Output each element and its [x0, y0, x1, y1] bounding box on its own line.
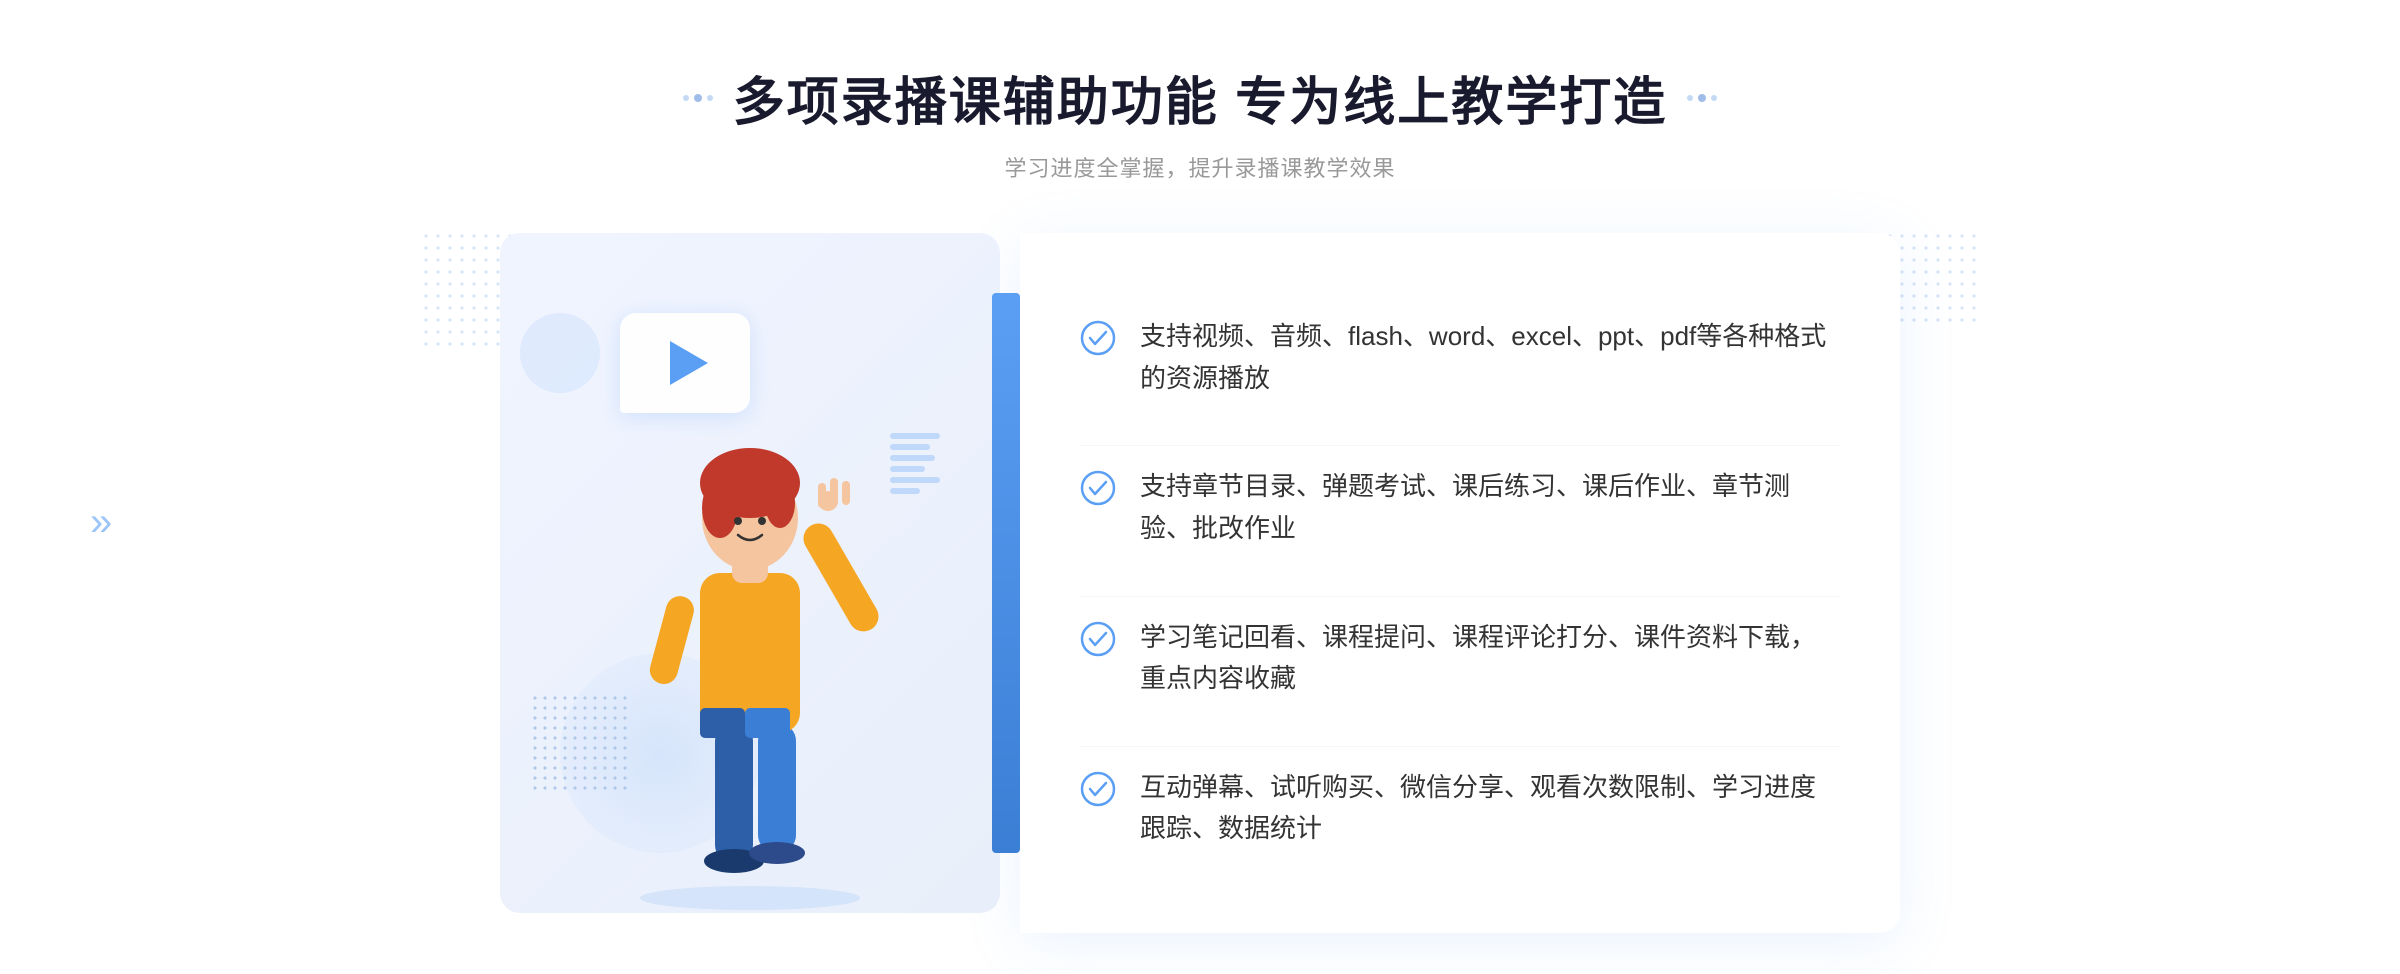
- illustration-wrapper: [500, 233, 1020, 933]
- page-container: » 多项录播课辅助功能 专为线上教学打造 学习进度全掌握，提升录播课教学效果: [0, 0, 2400, 974]
- check-icon-1: [1080, 320, 1116, 356]
- feature-text-3: 学习笔记回看、课程提问、课程评论打分、课件资料下载，重点内容收藏: [1140, 617, 1840, 700]
- feature-text-2: 支持章节目录、弹题考试、课后练习、课后作业、章节测验、批改作业: [1140, 466, 1840, 549]
- page-title: 多项录播课辅助功能 专为线上教学打造: [733, 60, 1667, 135]
- main-content: 支持视频、音频、flash、word、excel、ppt、pdf等各种格式的资源…: [500, 233, 1900, 933]
- feature-text-4: 互动弹幕、试听购买、微信分享、观看次数限制、学习进度跟踪、数据统计: [1140, 767, 1840, 850]
- check-icon-3: [1080, 621, 1116, 657]
- header-decorators: 多项录播课辅助功能 专为线上教学打造: [0, 60, 2400, 135]
- person-illustration: [580, 353, 920, 913]
- feature-item-4: 互动弹幕、试听购买、微信分享、观看次数限制、学习进度跟踪、数据统计: [1080, 746, 1840, 870]
- features-panel: 支持视频、音频、flash、word、excel、ppt、pdf等各种格式的资源…: [1020, 233, 1900, 933]
- feature-text-1: 支持视频、音频、flash、word、excel、ppt、pdf等各种格式的资源…: [1140, 316, 1840, 399]
- check-icon-4: [1080, 771, 1116, 807]
- page-header: 多项录播课辅助功能 专为线上教学打造 学习进度全掌握，提升录播课教学效果: [0, 60, 2400, 183]
- decorator-right: [1687, 94, 1717, 102]
- decorator-left: [683, 94, 713, 102]
- blue-accent-bar: [992, 293, 1020, 853]
- chevron-decoration: »: [90, 500, 112, 545]
- check-icon-2: [1080, 470, 1116, 506]
- feature-item-3: 学习笔记回看、课程提问、课程评论打分、课件资料下载，重点内容收藏: [1080, 596, 1840, 720]
- feature-item-2: 支持章节目录、弹题考试、课后练习、课后作业、章节测验、批改作业: [1080, 445, 1840, 569]
- illustration-background: [500, 233, 1000, 913]
- feature-item-1: 支持视频、音频、flash、word、excel、ppt、pdf等各种格式的资源…: [1080, 296, 1840, 419]
- page-subtitle: 学习进度全掌握，提升录播课教学效果: [0, 151, 2400, 183]
